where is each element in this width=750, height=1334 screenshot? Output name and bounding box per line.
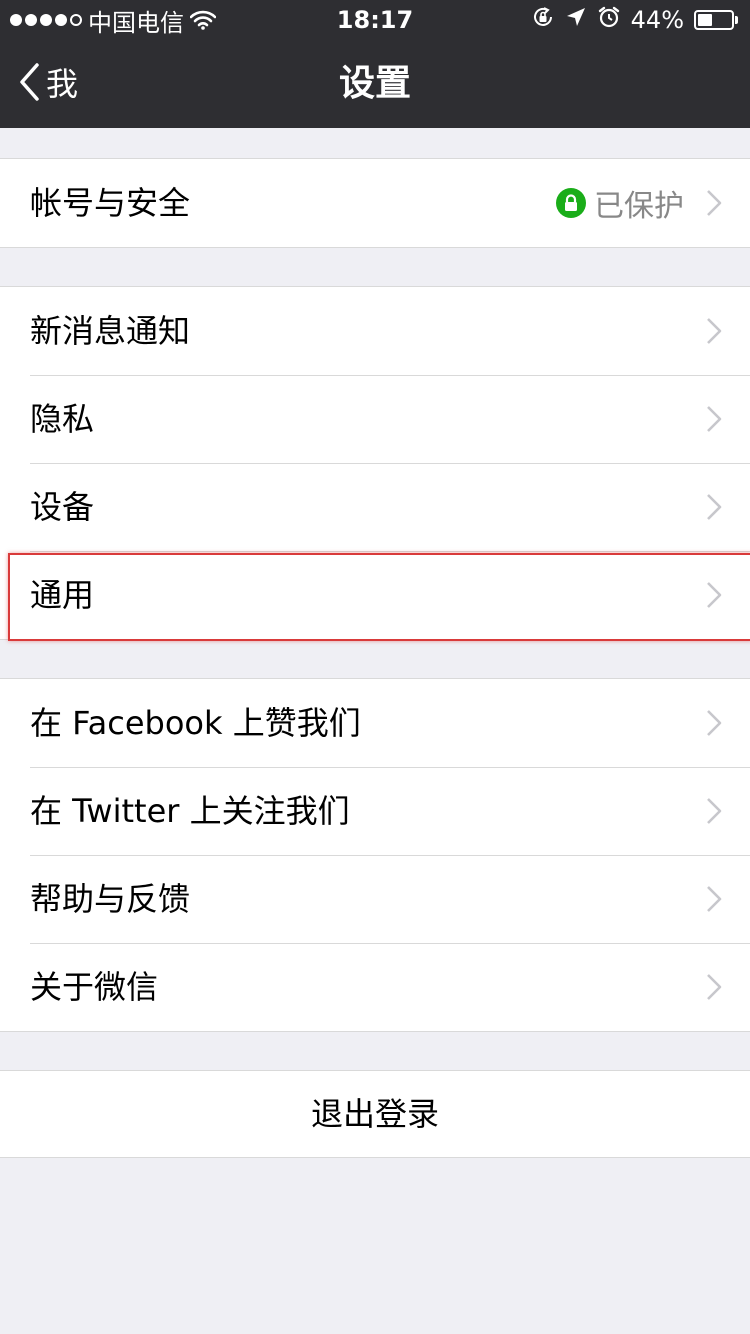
chevron-right-icon <box>706 709 722 737</box>
settings-item-privacy[interactable]: 隐私 <box>0 375 750 463</box>
highlight-box <box>8 553 750 641</box>
chevron-right-icon <box>706 581 722 609</box>
settings-item-label: 新消息通知 <box>30 312 191 350</box>
settings-item-label: 帮助与反馈 <box>30 880 191 918</box>
status-right: 44% <box>531 6 738 34</box>
rotation-lock-icon <box>531 5 555 35</box>
settings-item-label: 在 Twitter 上关注我们 <box>30 792 350 830</box>
chevron-right-icon <box>706 405 722 433</box>
settings-item-label: 隐私 <box>30 400 95 438</box>
chevron-right-icon <box>706 493 722 521</box>
settings-item-label: 通用 <box>30 576 95 614</box>
settings-item-label: 设备 <box>30 488 95 526</box>
settings-item-devices[interactable]: 设备 <box>0 463 750 551</box>
settings-item-help-feedback[interactable]: 帮助与反馈 <box>0 855 750 943</box>
settings-item-notifications[interactable]: 新消息通知 <box>0 287 750 375</box>
settings-item-label: 在 Facebook 上赞我们 <box>30 704 361 742</box>
location-arrow-icon <box>565 6 587 34</box>
page-title: 设置 <box>338 63 411 104</box>
settings-item-account-security[interactable]: 帐号与安全 已保护 <box>0 159 750 247</box>
settings-item-label: 关于微信 <box>30 968 159 1006</box>
settings-item-label: 帐号与安全 <box>30 184 191 222</box>
chevron-right-icon <box>706 797 722 825</box>
settings-item-twitter[interactable]: 在 Twitter 上关注我们 <box>0 767 750 855</box>
chevron-right-icon <box>706 317 722 345</box>
account-status: 已保护 <box>556 159 684 247</box>
settings-item-general[interactable]: 通用 <box>0 551 750 641</box>
account-status-text: 已保护 <box>594 189 684 224</box>
chevron-right-icon <box>706 189 722 217</box>
alarm-icon <box>597 5 621 35</box>
lock-icon <box>556 188 586 218</box>
chevron-right-icon <box>706 973 722 1001</box>
navigation-bar: 我 设置 <box>0 40 750 128</box>
about-group: 在 Facebook 上赞我们 在 Twitter 上关注我们 帮助与反馈 关于… <box>0 678 750 1032</box>
account-group: 帐号与安全 已保护 <box>0 158 750 248</box>
battery-fill <box>698 14 713 26</box>
logout-button[interactable]: 退出登录 <box>0 1071 750 1157</box>
battery-percent: 44% <box>630 6 684 34</box>
battery-icon <box>694 10 738 30</box>
status-bar: 中国电信 18:17 44% <box>0 0 750 40</box>
logout-group: 退出登录 <box>0 1070 750 1158</box>
settings-item-about[interactable]: 关于微信 <box>0 943 750 1031</box>
settings-item-facebook[interactable]: 在 Facebook 上赞我们 <box>0 679 750 767</box>
general-settings-group: 新消息通知 隐私 设备 通用 <box>0 286 750 641</box>
chevron-right-icon <box>706 885 722 913</box>
